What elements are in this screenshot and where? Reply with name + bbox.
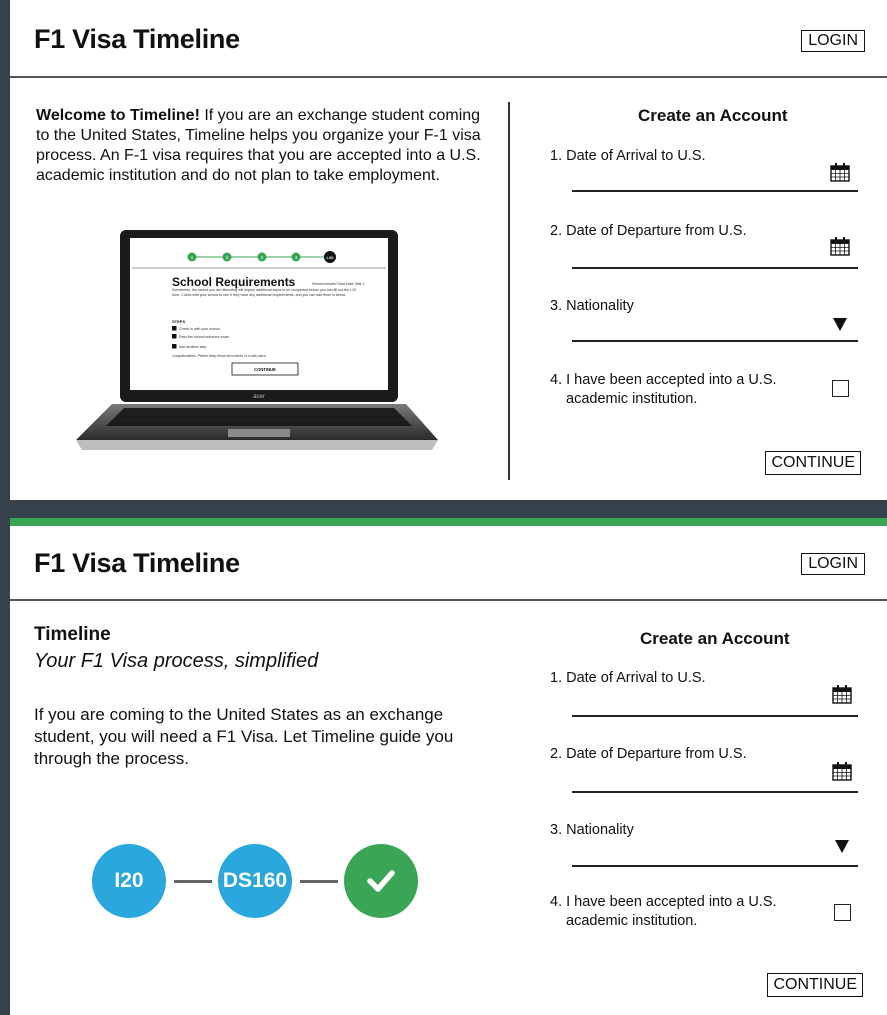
laptop-screen-heading-note: Recommended Start Date: Mar 1: [312, 282, 365, 286]
header-divider: [10, 76, 887, 78]
intro-text: Welcome to Timeline! If you are an excha…: [36, 106, 496, 186]
departure-date-label: 2. Date of Departure from U.S.: [550, 223, 747, 239]
checkmark-icon: [367, 870, 395, 892]
laptop-continue-label: CONTINUE: [254, 367, 276, 372]
flow-step-complete: [344, 844, 418, 918]
laptop-add-icon: [172, 344, 177, 349]
laptop-item-2: Pass the school entrance exam: [179, 335, 229, 339]
laptop-item-3: Add another step: [179, 345, 206, 349]
accepted-label-line1: 4. I have been accepted into a U.S.: [550, 894, 777, 910]
app-title: F1 Visa Timeline: [34, 24, 240, 54]
welcome-panel: F1 Visa Timeline LOGIN Welcome to Timeli…: [10, 0, 887, 500]
calendar-icon[interactable]: [830, 236, 850, 256]
landing-panel: F1 Visa Timeline LOGIN Timeline Your F1 …: [10, 526, 887, 1015]
nationality-select[interactable]: [572, 865, 858, 867]
form-title: Create an Account: [640, 629, 790, 648]
app-title: F1 Visa Timeline: [34, 548, 240, 578]
green-accent-bar: [10, 518, 887, 526]
accepted-label: 4. I have been accepted into a U.S. acad…: [550, 371, 777, 409]
arrival-date-input[interactable]: [572, 190, 858, 192]
laptop-keyboard: [106, 408, 412, 426]
laptop-trackpad: [228, 429, 290, 437]
accepted-checkbox[interactable]: [832, 380, 849, 397]
calendar-icon[interactable]: [832, 761, 852, 781]
laptop-front-edge: [76, 440, 438, 450]
flow-step-i20: I20: [92, 844, 166, 918]
timeline-subheading: Your F1 Visa process, simplified: [34, 650, 319, 672]
accepted-label-line2: academic institution.: [566, 391, 698, 407]
nationality-label: 3. Nationality: [550, 822, 634, 838]
dropdown-arrow-icon[interactable]: [835, 840, 849, 853]
accepted-label: 4. I have been accepted into a U.S. acad…: [550, 893, 777, 931]
accepted-label-line2: academic institution.: [566, 913, 698, 929]
laptop-screen-heading: School Requirements: [172, 275, 296, 289]
timeline-heading: Timeline: [34, 624, 111, 645]
laptop-screen-desc: Sometimes, the school you are attending …: [172, 288, 357, 297]
departure-date-input[interactable]: [572, 791, 858, 793]
dropdown-arrow-icon[interactable]: [833, 318, 847, 331]
laptop-item-1: Check in with your school: [179, 327, 220, 331]
laptop-congrats: Congratulations. Please keep these docum…: [172, 354, 267, 358]
arrival-date-input[interactable]: [572, 715, 858, 717]
login-button[interactable]: LOGIN: [801, 553, 865, 575]
nationality-label: 3. Nationality: [550, 298, 634, 314]
calendar-icon[interactable]: [832, 684, 852, 704]
calendar-icon[interactable]: [830, 162, 850, 182]
login-button[interactable]: LOGIN: [801, 30, 865, 52]
arrival-date-label: 1. Date of Arrival to U.S.: [550, 670, 706, 686]
departure-date-label: 2. Date of Departure from U.S.: [550, 746, 747, 762]
laptop-brand: acer: [253, 394, 266, 400]
intro-heading: Welcome to Timeline!: [36, 107, 200, 124]
laptop-step-i20-label: I-20: [327, 255, 335, 260]
accepted-label-line1: 4. I have been accepted into a U.S.: [550, 372, 777, 388]
column-divider: [508, 102, 510, 480]
laptop-check-2: [172, 334, 177, 339]
laptop-steps-label: STEPS: [172, 319, 185, 324]
continue-button[interactable]: CONTINUE: [767, 973, 863, 997]
accepted-checkbox[interactable]: [834, 904, 851, 921]
arrival-date-label: 1. Date of Arrival to U.S.: [550, 148, 706, 164]
laptop-illustration: 1 2 3 4 I-20 School Requirements Recomme…: [76, 230, 438, 450]
timeline-body: If you are coming to the United States a…: [34, 705, 454, 768]
laptop-check-1: [172, 326, 177, 331]
departure-date-input[interactable]: [572, 267, 858, 269]
continue-button[interactable]: CONTINUE: [765, 451, 861, 475]
flow-connector: [300, 880, 338, 883]
flow-connector: [174, 880, 212, 883]
nationality-select[interactable]: [572, 340, 858, 342]
form-title: Create an Account: [638, 106, 788, 125]
flow-step-ds160: DS160: [218, 844, 292, 918]
header-divider: [10, 599, 887, 601]
